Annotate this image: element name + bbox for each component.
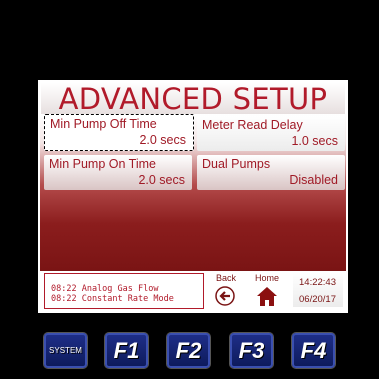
f1-key[interactable]: F1 bbox=[105, 333, 148, 368]
log-entry: 08:22 Constant Rate Mode bbox=[51, 294, 174, 304]
field-value: 2.0 secs bbox=[138, 173, 185, 187]
field-label: Dual Pumps bbox=[202, 157, 271, 171]
meter-read-delay-field[interactable]: Meter Read Delay 1.0 secs bbox=[197, 116, 345, 151]
f2-key[interactable]: F2 bbox=[167, 333, 210, 368]
clock-date: 06/20/17 bbox=[299, 294, 336, 305]
status-bar: 08:22 Analog Gas Flow 08:22 Constant Rat… bbox=[40, 271, 346, 311]
event-log: 08:22 Analog Gas Flow 08:22 Constant Rat… bbox=[44, 273, 204, 309]
page-title: ADVANCED SETUP bbox=[41, 83, 345, 116]
clock-display: 14:22:43 06/20/17 bbox=[293, 273, 343, 307]
f4-key-label: F4 bbox=[300, 338, 327, 363]
f3-key[interactable]: F3 bbox=[230, 333, 273, 368]
hmi-screen: ADVANCED SETUP Min Pump Off Time 2.0 sec… bbox=[38, 80, 348, 313]
field-label: Min Pump Off Time bbox=[50, 117, 157, 131]
min-pump-on-time-field[interactable]: Min Pump On Time 2.0 secs bbox=[44, 155, 192, 190]
back-button[interactable]: Back bbox=[207, 273, 245, 307]
log-entry: 08:22 Analog Gas Flow bbox=[51, 284, 159, 294]
field-value: 1.0 secs bbox=[291, 134, 338, 148]
back-arrow-icon bbox=[215, 286, 235, 306]
f1-key-label: F1 bbox=[113, 338, 140, 363]
back-label: Back bbox=[215, 273, 236, 283]
system-key[interactable]: SYSTEM bbox=[44, 333, 87, 368]
min-pump-off-time-field[interactable]: Min Pump Off Time 2.0 secs bbox=[44, 114, 194, 151]
field-label: Meter Read Delay bbox=[202, 118, 303, 132]
f3-key-label: F3 bbox=[238, 338, 265, 363]
dual-pumps-field[interactable]: Dual Pumps Disabled bbox=[197, 155, 345, 190]
f4-key[interactable]: F4 bbox=[292, 333, 335, 368]
home-button[interactable]: Home bbox=[248, 273, 286, 307]
field-value: Disabled bbox=[289, 173, 338, 187]
field-label: Min Pump On Time bbox=[49, 157, 156, 171]
system-key-label: SYSTEM bbox=[49, 346, 82, 355]
f2-key-label: F2 bbox=[175, 338, 202, 363]
home-icon bbox=[257, 287, 277, 306]
clock-time: 14:22:43 bbox=[299, 277, 336, 288]
field-value: 2.0 secs bbox=[139, 133, 186, 147]
home-label: Home bbox=[254, 273, 279, 283]
